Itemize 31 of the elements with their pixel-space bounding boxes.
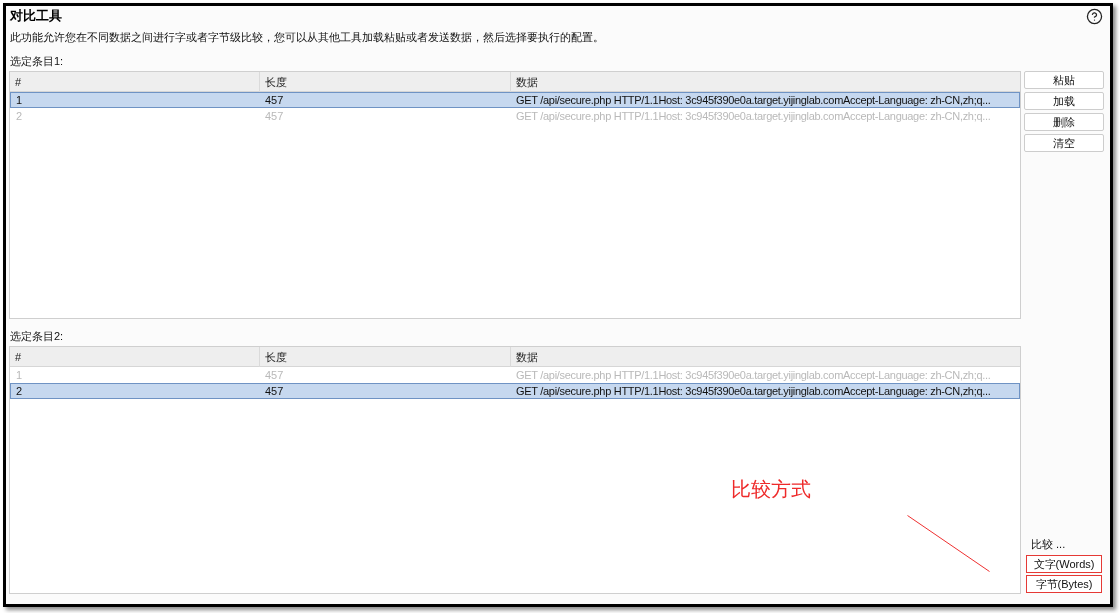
column-header[interactable]: # bbox=[10, 72, 259, 92]
table-row[interactable]: 2 457 GET /api/secure.php HTTP/1.1Host: 3c945f390e0a.target.yijinglab.comAccept-Language: zh-CN,zh;q... bbox=[10, 383, 1020, 399]
table-cell-text: 457 bbox=[264, 93, 285, 107]
table-cell-text: 2 bbox=[15, 109, 24, 123]
table-cell-text: GET /api/secure.php HTTP/1.1Host: 3c945f390e0a.target.yijinglab.comAccept-Language: zh-CN,zh;q... bbox=[515, 93, 992, 107]
table-cell-text: 457 bbox=[264, 368, 285, 382]
annotation-text: 比较方式 bbox=[731, 477, 811, 501]
column-header[interactable]: 长度 bbox=[259, 347, 510, 367]
list-button[interactable]: 清空 bbox=[1024, 134, 1104, 152]
table-cell-text: 457 bbox=[264, 384, 285, 398]
table-cell-text: 1 bbox=[15, 93, 24, 107]
table-cell-text: GET /api/secure.php HTTP/1.1Host: 3c945f390e0a.target.yijinglab.comAccept-Language: zh-CN,zh;q... bbox=[515, 368, 992, 382]
list-button[interactable]: 加载 bbox=[1024, 92, 1104, 110]
column-header[interactable]: # bbox=[10, 347, 259, 367]
column-header[interactable]: 数据 bbox=[510, 347, 1020, 367]
list-button[interactable]: 删除 bbox=[1024, 113, 1104, 131]
compare-button[interactable]: 字节(Bytes) bbox=[1026, 575, 1102, 593]
list-button[interactable]: 粘贴 bbox=[1024, 71, 1104, 89]
page-title: 对比工具 bbox=[10, 8, 62, 24]
help-icon[interactable] bbox=[1086, 8, 1103, 25]
compare-button[interactable]: 文字(Words) bbox=[1026, 555, 1102, 573]
table-cell-text: 457 bbox=[264, 109, 285, 123]
table-row[interactable]: 1 457 GET /api/secure.php HTTP/1.1Host: 3c945f390e0a.target.yijinglab.comAccept-Language: zh-CN,zh;q... bbox=[10, 92, 1020, 108]
description-text: 此功能允许您在不同数据之间进行字或者字节级比较，您可以从其他工具加载粘贴或者发送数据，然后选择要执行的配置。 bbox=[10, 30, 604, 44]
compare-label: 比较 ... bbox=[1031, 537, 1066, 551]
table-cell-text: GET /api/secure.php HTTP/1.1Host: 3c945f390e0a.target.yijinglab.comAccept-Language: zh-CN,zh;q... bbox=[515, 384, 992, 398]
table-cell-text: 1 bbox=[15, 368, 24, 382]
table-cell-text: 2 bbox=[15, 384, 24, 398]
list-label: 选定条目1: bbox=[10, 54, 64, 68]
list-label: 选定条目2: bbox=[10, 329, 64, 343]
table-cell-text: GET /api/secure.php HTTP/1.1Host: 3c945f390e0a.target.yijinglab.comAccept-Language: zh-CN,zh;q... bbox=[515, 109, 992, 123]
